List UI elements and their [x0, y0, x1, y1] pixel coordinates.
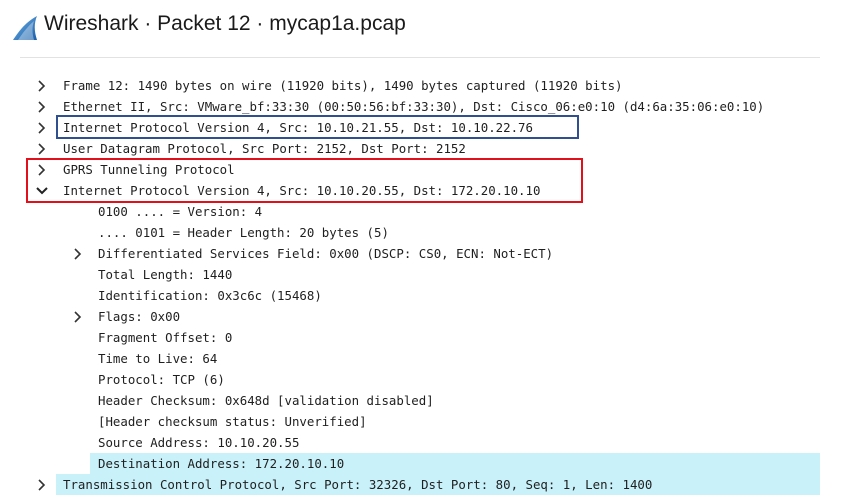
chevron-right-icon[interactable]	[34, 138, 50, 159]
tree-row-label: Identification: 0x3c6c (15468)	[98, 288, 322, 303]
tree-row-ethernet[interactable]: Ethernet II, Src: VMware_bf:33:30 (00:50…	[20, 96, 820, 117]
chevron-right-icon[interactable]	[34, 159, 50, 180]
chevron-down-icon[interactable]	[34, 180, 50, 201]
tree-row-label: Fragment Offset: 0	[98, 330, 233, 345]
tree-row-label: 0100 .... = Version: 4	[98, 204, 263, 219]
window-titlebar: Wireshark · Packet 12 · mycap1a.pcap	[0, 0, 845, 56]
tree-row-total-length[interactable]: Total Length: 1440	[20, 264, 820, 285]
tree-row-label: Source Address: 10.10.20.55	[98, 435, 300, 450]
tree-row-dsfield[interactable]: Differentiated Services Field: 0x00 (DSC…	[20, 243, 820, 264]
wireshark-fin-icon	[13, 16, 37, 40]
tree-row-src-address[interactable]: Source Address: 10.10.20.55	[20, 432, 820, 453]
tree-row-label: Differentiated Services Field: 0x00 (DSC…	[98, 246, 554, 261]
tree-row-checksum-status[interactable]: [Header checksum status: Unverified]	[20, 411, 820, 432]
tree-row-label: Total Length: 1440	[98, 267, 233, 282]
chevron-right-icon[interactable]	[70, 306, 86, 327]
tree-row-gtp[interactable]: GPRS Tunneling Protocol	[20, 159, 820, 180]
tree-row-label: Internet Protocol Version 4, Src: 10.10.…	[63, 120, 533, 135]
tree-row-checksum[interactable]: Header Checksum: 0x648d [validation disa…	[20, 390, 820, 411]
tree-row-label: Internet Protocol Version 4, Src: 10.10.…	[63, 183, 541, 198]
tree-row-version[interactable]: 0100 .... = Version: 4	[20, 201, 820, 222]
chevron-right-icon[interactable]	[34, 96, 50, 117]
tree-row-header-length[interactable]: .... 0101 = Header Length: 20 bytes (5)	[20, 222, 820, 243]
chevron-right-icon[interactable]	[34, 117, 50, 138]
tree-row-fragment-offset[interactable]: Fragment Offset: 0	[20, 327, 820, 348]
tree-row-dst-address[interactable]: Destination Address: 172.20.10.10	[90, 453, 820, 474]
tree-row-label: Transmission Control Protocol, Src Port:…	[63, 477, 653, 492]
tree-row-label: .... 0101 = Header Length: 20 bytes (5)	[98, 225, 389, 240]
tree-row-label: Protocol: TCP (6)	[98, 372, 225, 387]
chevron-right-icon[interactable]	[34, 474, 50, 495]
tree-row-udp[interactable]: User Datagram Protocol, Src Port: 2152, …	[20, 138, 820, 159]
chevron-right-icon[interactable]	[34, 75, 50, 96]
tree-row-label: Header Checksum: 0x648d [validation disa…	[98, 393, 434, 408]
tree-row-flags[interactable]: Flags: 0x00	[20, 306, 820, 327]
tree-row-label: Time to Live: 64	[98, 351, 218, 366]
window-title: Wireshark · Packet 12 · mycap1a.pcap	[44, 12, 406, 35]
tree-row-protocol[interactable]: Protocol: TCP (6)	[20, 369, 820, 390]
tree-row-ttl[interactable]: Time to Live: 64	[20, 348, 820, 369]
tree-row-label: User Datagram Protocol, Src Port: 2152, …	[63, 141, 466, 156]
tree-row-ipv4-outer[interactable]: Internet Protocol Version 4, Src: 10.10.…	[20, 117, 820, 138]
tree-row-label: Frame 12: 1490 bytes on wire (11920 bits…	[63, 78, 623, 93]
tree-row-label: [Header checksum status: Unverified]	[98, 414, 367, 429]
tree-row-ipv4-inner[interactable]: Internet Protocol Version 4, Src: 10.10.…	[20, 180, 820, 201]
tree-row-label: Ethernet II, Src: VMware_bf:33:30 (00:50…	[63, 99, 765, 114]
tree-row-tcp[interactable]: Transmission Control Protocol, Src Port:…	[56, 474, 820, 495]
packet-details-tree[interactable]: Frame 12: 1490 bytes on wire (11920 bits…	[20, 57, 820, 498]
chevron-right-icon[interactable]	[70, 243, 86, 264]
tree-row-identification[interactable]: Identification: 0x3c6c (15468)	[20, 285, 820, 306]
tree-row-label: GPRS Tunneling Protocol	[63, 162, 235, 177]
tree-row-label: Destination Address: 172.20.10.10	[98, 456, 345, 471]
tree-row-label: Flags: 0x00	[98, 309, 181, 324]
tree-row-frame[interactable]: Frame 12: 1490 bytes on wire (11920 bits…	[20, 75, 820, 96]
